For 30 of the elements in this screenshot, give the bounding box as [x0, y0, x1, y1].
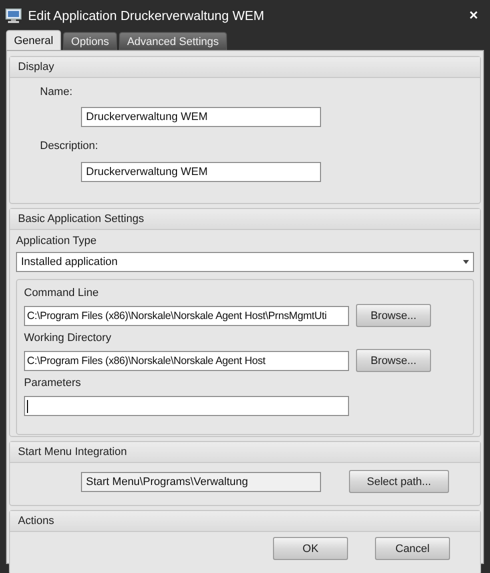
- field-label: Working Directory: [24, 332, 112, 344]
- text-field[interactable]: Druckerverwaltung WEM: [81, 162, 321, 182]
- window-title: Edit Application Druckerverwaltung WEM: [28, 8, 266, 22]
- field-label: Command Line: [24, 287, 99, 299]
- field-label: Application Type: [16, 235, 97, 247]
- text-field[interactable]: Druckerverwaltung WEM: [81, 107, 321, 127]
- browse-button[interactable]: Browse...: [356, 304, 431, 327]
- tab[interactable]: Options: [63, 32, 118, 50]
- text-field[interactable]: C:\Program Files (x86)\Norskale\Norskale Agent Host\PrnsMgmtUti: [24, 306, 349, 326]
- select-path-button[interactable]: Select path...: [349, 470, 449, 493]
- section-header: Basic Application Settings: [10, 209, 480, 230]
- text-field[interactable]: C:\Program Files (x86)\Norskale\Norskale Agent Host: [24, 350, 349, 370]
- section-header: Display: [10, 57, 480, 78]
- tab[interactable]: Advanced Settings: [119, 32, 227, 50]
- dropdown-arrow-icon: [463, 260, 469, 264]
- monitor-icon: [5, 8, 22, 22]
- dropdown[interactable]: Installed application: [16, 252, 474, 272]
- section-header: Start Menu Integration: [10, 442, 480, 463]
- close-button[interactable]: ×: [465, 6, 482, 24]
- ok-button[interactable]: OK: [273, 537, 348, 560]
- tab[interactable]: General: [6, 30, 62, 50]
- text-field[interactable]: [24, 396, 349, 416]
- text-field[interactable]: Start Menu\Programs\Verwaltung: [81, 472, 321, 492]
- section-header: Actions: [10, 511, 480, 532]
- field-label: Description:: [40, 140, 98, 152]
- field-label: Name:: [40, 86, 72, 98]
- browse-button[interactable]: Browse...: [356, 349, 431, 372]
- dropdown-value: Installed application: [21, 255, 118, 270]
- field-label: Parameters: [24, 377, 81, 389]
- cancel-button[interactable]: Cancel: [375, 537, 450, 560]
